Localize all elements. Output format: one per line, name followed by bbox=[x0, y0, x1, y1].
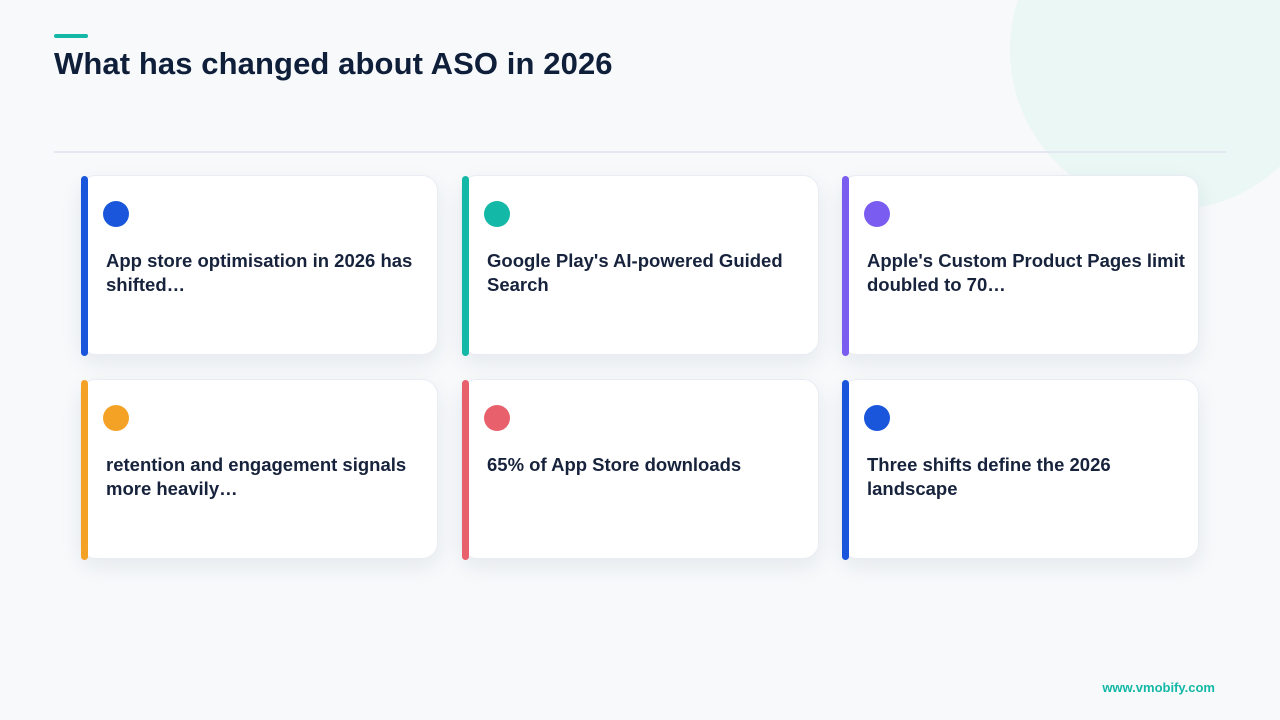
card-2: Google Play's AI-powered Guided Search bbox=[461, 175, 819, 356]
card-text: Google Play's AI-powered Guided Search bbox=[487, 250, 783, 295]
card-text: Three shifts define the 2026 landscape bbox=[867, 454, 1111, 499]
footer-website-link[interactable]: www.vmobify.com bbox=[1102, 680, 1215, 695]
title-divider bbox=[54, 151, 1226, 153]
card-1: App store optimisation in 2026 has shift… bbox=[80, 175, 438, 356]
card-5: 65% of App Store downloads bbox=[461, 379, 819, 560]
card-text: retention and engagement signals more he… bbox=[106, 454, 407, 499]
dot-icon bbox=[103, 405, 129, 431]
card-4: retention and engagement signals more he… bbox=[80, 379, 438, 560]
card-6: Three shifts define the 2026 landscape bbox=[841, 379, 1199, 560]
card-accent-bar bbox=[81, 380, 88, 560]
title-accent-bar bbox=[54, 34, 88, 38]
card-accent-bar bbox=[81, 176, 88, 356]
card-3: Apple's Custom Product Pages limit doubl… bbox=[841, 175, 1199, 356]
dot-icon bbox=[864, 405, 890, 431]
page-title: What has changed about ASO in 2026 bbox=[54, 46, 613, 81]
dot-icon bbox=[864, 201, 890, 227]
card-text: 65% of App Store downloads bbox=[487, 454, 742, 475]
card-text: App store optimisation in 2026 has shift… bbox=[106, 250, 413, 295]
card-accent-bar bbox=[462, 176, 469, 356]
dot-icon bbox=[103, 201, 129, 227]
card-accent-bar bbox=[842, 380, 849, 560]
card-accent-bar bbox=[842, 176, 849, 356]
card-text: Apple's Custom Product Pages limit doubl… bbox=[867, 250, 1185, 295]
dot-icon bbox=[484, 405, 510, 431]
dot-icon bbox=[484, 201, 510, 227]
cards-grid: App store optimisation in 2026 has shift… bbox=[80, 175, 1200, 560]
card-accent-bar bbox=[462, 380, 469, 560]
